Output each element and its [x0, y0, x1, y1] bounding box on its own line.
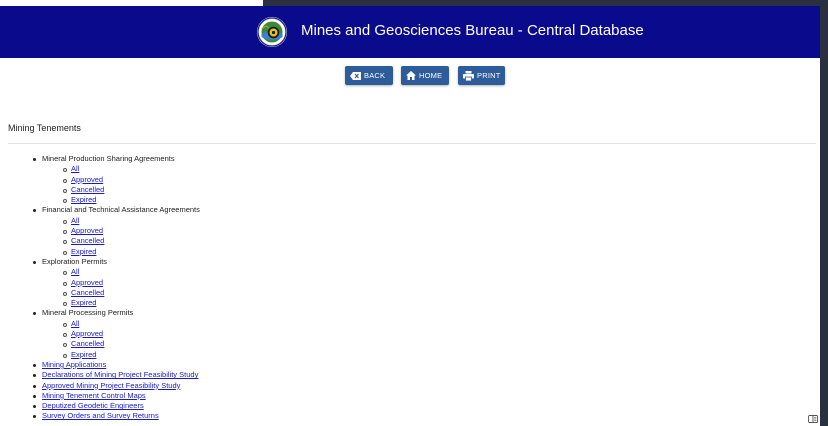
list-item-group: Mineral Production Sharing Agreements Al… — [33, 154, 200, 205]
reader-mode-icon[interactable] — [806, 412, 820, 426]
sub-list-item: Cancelled — [63, 339, 200, 349]
list-item-link: Mining Applications — [33, 360, 200, 370]
home-icon — [406, 71, 416, 80]
mgb-seal-logo-icon — [257, 17, 287, 47]
sub-list-item: Cancelled — [63, 185, 200, 195]
sub-list-item: Expired — [63, 350, 200, 360]
link-cancelled[interactable]: Cancelled — [71, 339, 104, 348]
sub-list-item: All — [63, 319, 200, 329]
sub-list-item: All — [63, 267, 200, 277]
home-button-label: HOME — [419, 71, 443, 80]
link-approved-feasibility-study[interactable]: Approved Mining Project Feasibility Stud… — [42, 381, 180, 390]
link-approved[interactable]: Approved — [71, 175, 103, 184]
link-all[interactable]: All — [71, 319, 79, 328]
print-button[interactable]: PRINT — [458, 66, 505, 85]
list-item-group: Exploration Permits All Approved Cancell… — [33, 257, 200, 308]
group-label: Exploration Permits — [42, 256, 108, 266]
list-item-link: Deputized Geodetic Engineers — [33, 401, 200, 411]
link-deputized-geodetic-engineers[interactable]: Deputized Geodetic Engineers — [42, 401, 144, 410]
sub-list: All Approved Cancelled Expired — [42, 319, 200, 360]
printer-icon — [463, 70, 474, 81]
sub-list: All Approved Cancelled Expired — [42, 164, 200, 205]
list-item-link: Approved Mining Project Feasibility Stud… — [33, 381, 200, 391]
link-declarations-feasibility-study[interactable]: Declarations of Mining Project Feasibili… — [42, 370, 198, 379]
sub-list-item: All — [63, 216, 200, 226]
site-header: Mines and Geosciences Bureau - Central D… — [0, 6, 820, 58]
link-expired[interactable]: Expired — [71, 195, 96, 204]
link-approved[interactable]: Approved — [71, 278, 103, 287]
sub-list-item: Cancelled — [63, 236, 200, 246]
print-button-label: PRINT — [477, 71, 501, 80]
link-approved[interactable]: Approved — [71, 226, 103, 235]
link-all[interactable]: All — [71, 216, 79, 225]
link-cancelled[interactable]: Cancelled — [71, 185, 104, 194]
tenement-list: Mineral Production Sharing Agreements Al… — [33, 154, 200, 422]
home-button[interactable]: HOME — [401, 66, 449, 85]
back-button-label: BACK — [364, 71, 386, 80]
group-label: Financial and Technical Assistance Agree… — [42, 205, 200, 215]
sub-list: All Approved Cancelled Expired — [42, 216, 200, 257]
link-expired[interactable]: Expired — [71, 247, 96, 256]
sub-list-item: Approved — [63, 175, 200, 185]
link-all[interactable]: All — [71, 164, 79, 173]
back-button[interactable]: BACK — [345, 66, 393, 85]
sub-list-item: Approved — [63, 226, 200, 236]
link-cancelled[interactable]: Cancelled — [71, 288, 104, 297]
group-label: Mineral Production Sharing Agreements — [42, 154, 175, 163]
sub-list-item: Expired — [63, 298, 200, 308]
list-item-link: Declarations of Mining Project Feasibili… — [33, 370, 200, 380]
list-item-link: Mining Tenement Control Maps — [33, 391, 200, 401]
link-cancelled[interactable]: Cancelled — [71, 236, 104, 245]
backspace-icon — [350, 71, 361, 80]
sub-list: All Approved Cancelled Expired — [42, 267, 200, 308]
link-expired[interactable]: Expired — [71, 350, 96, 359]
group-label: Mineral Processing Permits — [42, 308, 134, 318]
list-item-link: Survey Orders and Survey Returns — [33, 411, 200, 421]
link-mining-applications[interactable]: Mining Applications — [42, 360, 106, 369]
link-tenement-control-maps[interactable]: Mining Tenement Control Maps — [42, 391, 146, 400]
list-item-group: Financial and Technical Assistance Agree… — [33, 205, 200, 256]
link-all[interactable]: All — [71, 267, 79, 276]
section-divider — [8, 143, 816, 144]
section-title: Mining Tenements — [8, 123, 81, 133]
site-title: Mines and Geosciences Bureau - Central D… — [301, 22, 644, 39]
sub-list-item: Expired — [63, 195, 200, 205]
sub-list-item: Expired — [63, 247, 200, 257]
page: Mines and Geosciences Bureau - Central D… — [0, 6, 820, 426]
sub-list-item: All — [63, 164, 200, 174]
sub-list-item: Cancelled — [63, 288, 200, 298]
sub-list-item: Approved — [63, 278, 200, 288]
link-expired[interactable]: Expired — [71, 298, 96, 307]
link-survey-orders-returns[interactable]: Survey Orders and Survey Returns — [42, 411, 159, 420]
link-approved[interactable]: Approved — [71, 329, 103, 338]
sub-list-item: Approved — [63, 329, 200, 339]
list-item-group: Mineral Processing Permits All Approved … — [33, 308, 200, 359]
tenement-link-tree: Mineral Production Sharing Agreements Al… — [33, 154, 200, 422]
